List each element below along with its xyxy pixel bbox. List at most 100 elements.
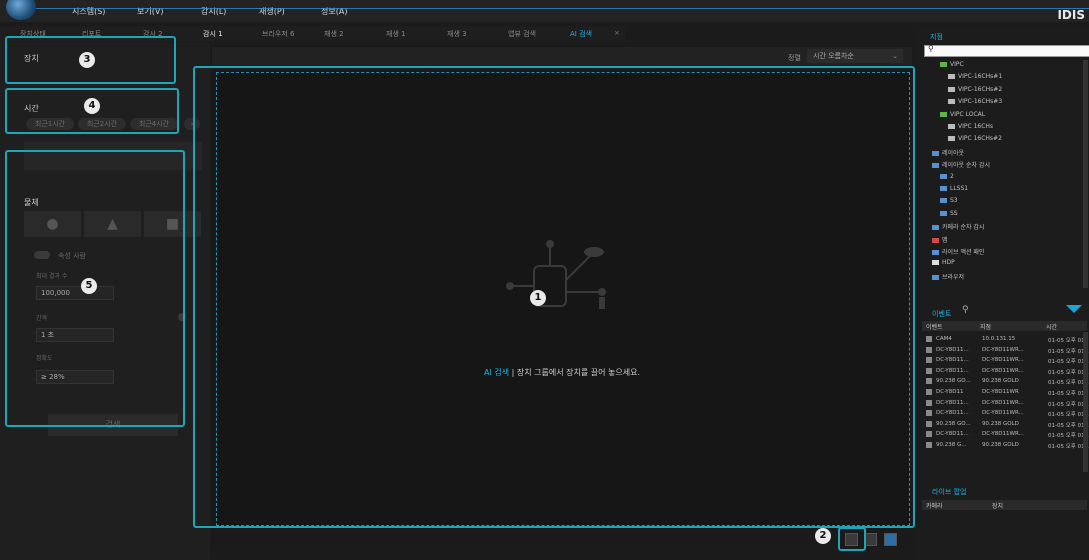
site-tree-item-label: S3	[950, 197, 958, 205]
site-panel	[918, 26, 1089, 560]
callout-badge-2: 2	[815, 528, 831, 544]
event-cell: DC-Y8D11...	[936, 346, 969, 353]
event-col-time: 시간	[1046, 324, 1058, 331]
site-tree-item[interactable]: VIPC	[940, 61, 964, 68]
popup-col-camera: 카메라	[926, 503, 943, 510]
tree-node-icon	[940, 62, 947, 67]
site-tree-item[interactable]: 카메라 순차 감시	[932, 222, 984, 231]
site-tree-item[interactable]: 레이아웃	[932, 148, 964, 157]
event-row[interactable]: 90.238 G... 90.238 GOLD 01-05 오후 01...	[924, 442, 1089, 451]
tab-browser-6[interactable]: 브라우저 6	[262, 29, 294, 39]
event-row[interactable]: DC-Y8D11... DC-Y8D11WR... 01-05 오후 01:...	[924, 367, 1089, 377]
event-type-icon	[926, 367, 932, 374]
event-cell: 90.238 GOLD	[982, 378, 1019, 385]
search-icon: ⚲	[928, 44, 934, 53]
site-tree-item[interactable]: VIPC-16CHs#3	[948, 98, 1002, 105]
site-tree-item[interactable]: VIPC 16CHs	[948, 123, 993, 130]
event-row[interactable]: 90.238 GO... 90.238 GOLD 01-05 오후 01:...	[924, 420, 1089, 430]
site-tree-item-label: 레이아웃	[942, 149, 965, 157]
event-type-icon	[926, 410, 932, 417]
tree-node-icon	[932, 163, 939, 169]
site-tree-scrollbar[interactable]	[1083, 60, 1088, 288]
event-row[interactable]: DC-Y8D11... DC-Y8D11WR... 01-05 오후 01:...	[924, 410, 1089, 419]
event-cell: DC-Y8D11WR...	[982, 410, 1024, 417]
event-row[interactable]: 90.238 GO... 90.238 GOLD 01-05 오후 01:...	[924, 378, 1089, 387]
tree-node-icon	[940, 210, 947, 216]
event-cell: 90.238 G...	[936, 442, 967, 448]
callout-badge-4: 4	[84, 98, 100, 114]
site-tree-item[interactable]: HDP	[932, 259, 955, 266]
event-cell: 90.238 GOLD	[982, 420, 1019, 427]
site-tree-item[interactable]: VIPC LOCAL	[940, 111, 985, 118]
site-tree-item-label: 맵	[942, 236, 948, 244]
event-type-icon	[926, 389, 932, 395]
site-tree-item-label: VIPC 16CHs	[958, 123, 994, 130]
event-row[interactable]: CAM4 10.0.131.15 01-05 오후 01:	[924, 336, 1087, 345]
tab-playback-3[interactable]: 재생 3	[447, 29, 467, 39]
event-cell: 01-05 오후 01:	[1048, 338, 1087, 344]
event-cell: DC-Y8D11WR...	[982, 399, 1024, 406]
site-tree-item[interactable]: 브라우저	[932, 272, 964, 281]
event-col-event: 이벤트	[926, 324, 943, 331]
event-row[interactable]: DC-Y8D11... DC-Y8D11WR... 01-05 오후 01:...	[924, 346, 1089, 356]
export-button[interactable]	[884, 533, 897, 546]
tree-node-icon	[948, 99, 955, 105]
callout-box-results	[193, 66, 915, 528]
tree-node-icon	[932, 225, 939, 231]
event-cell: 90.238 GO...	[936, 378, 971, 385]
popup-col-device: 장치	[992, 503, 1004, 510]
tree-node-icon	[948, 74, 955, 80]
site-tree-item-label: VIPC-16CHs#2	[958, 85, 1003, 93]
event-row[interactable]: DC-Y8D11 DC-Y8D11WR 01-05 오후 01:	[924, 389, 1086, 398]
title-accent-line	[36, 8, 1089, 9]
event-filter-icon[interactable]	[1066, 305, 1082, 313]
tab-appview-search[interactable]: 앱뷰 검색	[508, 29, 536, 39]
site-tree-item-label: 레이아웃 순차 감시	[942, 162, 990, 170]
event-row[interactable]: DC-Y8D11... DC-Y8D11WR... 01-05 오후 01:...	[924, 357, 1089, 366]
event-search-icon[interactable]: ⚲	[962, 305, 969, 315]
site-tree-item[interactable]: SS	[940, 210, 958, 217]
event-cell: DC-Y8D11...	[936, 431, 969, 438]
sort-select[interactable]: 시간 오름차순 ⌄	[807, 49, 903, 63]
event-col-site: 지점	[980, 324, 992, 331]
site-tree-item-label: 브라우저	[942, 273, 965, 281]
event-cell: DC-Y8D11...	[936, 399, 969, 406]
tab-ai-search[interactable]: AI 검색	[570, 29, 592, 39]
callout-badge-1: 1	[530, 290, 546, 306]
tree-node-icon	[932, 237, 939, 243]
event-row[interactable]: DC-Y8D11... DC-Y8D11WR... 01-05 오후 01:...	[924, 431, 1089, 440]
callout-badge-3: 3	[79, 52, 95, 68]
site-tree-item[interactable]: LLSS1	[940, 185, 968, 192]
tree-node-icon	[940, 186, 947, 191]
tree-node-icon	[932, 260, 939, 266]
site-tree-item[interactable]: 맵	[932, 235, 948, 244]
brand-logo: IDIS	[1057, 8, 1085, 22]
site-tree-item[interactable]: 라이브 액션 패인	[932, 247, 984, 256]
event-scrollbar[interactable]	[1083, 332, 1088, 472]
tab-close-icon[interactable]: ×	[614, 29, 620, 37]
tree-node-icon	[932, 150, 939, 156]
site-tree-item-label: VIPC-16CHs#3	[958, 98, 1003, 106]
event-type-icon	[926, 420, 932, 427]
site-tree-item[interactable]: VIPC-16CHs#1	[948, 73, 1002, 80]
site-tree-item[interactable]: S3	[940, 197, 958, 204]
site-tree-item[interactable]: VIPC 16CHs#2	[948, 135, 1002, 142]
site-tree-item-label: SS	[950, 209, 958, 217]
tab-playback-1[interactable]: 재생 1	[386, 29, 406, 39]
app-logo[interactable]	[6, 0, 36, 20]
site-search-input[interactable]: ⚲	[924, 44, 1089, 57]
site-tree-item-label: VIPC 16CHs#2	[958, 135, 1002, 143]
live-popup-header: 카메라 장치	[922, 500, 1087, 510]
event-row[interactable]: DC-Y8D11... DC-Y8D11WR... 01-05 오후 01:...	[924, 399, 1089, 409]
site-tree-item[interactable]: VIPC-16CHs#2	[948, 86, 1002, 93]
callout-badge-5: 5	[81, 278, 97, 294]
tab-playback-2[interactable]: 재생 2	[324, 29, 344, 39]
site-tree-item[interactable]: 레이아웃 순차 감시	[932, 160, 990, 169]
event-type-icon	[926, 336, 932, 342]
site-tree-item[interactable]: 2	[940, 173, 954, 180]
event-cell: DC-Y8D11WR	[982, 389, 1019, 395]
event-type-icon	[926, 378, 932, 385]
tab-monitor-1[interactable]: 감시 1	[203, 29, 223, 39]
live-popup-title: 라이브 팝업	[932, 488, 967, 496]
event-cell: DC-Y8D11	[936, 389, 964, 395]
